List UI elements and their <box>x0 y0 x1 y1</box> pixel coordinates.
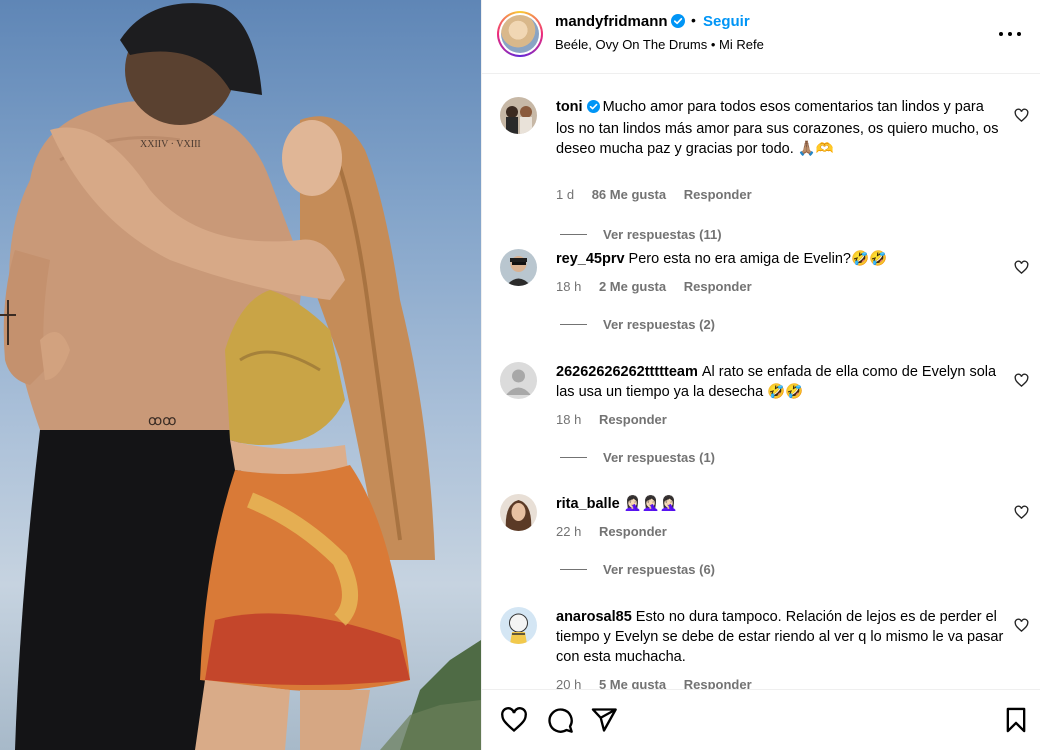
view-replies-button[interactable]: Ver respuestas (2) <box>560 317 715 332</box>
view-replies-label: Ver respuestas (2) <box>603 317 716 332</box>
replies-line <box>560 234 587 235</box>
more-options-icon[interactable] <box>999 24 1023 44</box>
audio-artist: Beéle, Ovy On The Drums <box>555 37 708 52</box>
bookmark-icon[interactable] <box>1002 706 1030 734</box>
comment-heart-icon[interactable] <box>1014 108 1029 123</box>
comment-meta: 22 h Responder <box>556 524 681 539</box>
comment-meta: 20 h 5 Me gusta Responder <box>556 677 766 689</box>
separator-dot: • <box>691 12 696 28</box>
comment-username[interactable]: toni <box>556 99 583 115</box>
comment-text-block: rita_balle 🤦🏻‍♀️🤦🏻‍♀️🤦🏻‍♀️ <box>556 494 1006 514</box>
comment-time[interactable]: 22 h <box>556 524 581 539</box>
audio-link[interactable]: Beéle, Ovy On The Drums • Mi Refe <box>555 37 764 52</box>
comment-likes[interactable]: 86 Me gusta <box>592 187 666 202</box>
replies-line <box>560 569 587 570</box>
comment-username[interactable]: anarosal85 <box>556 609 632 625</box>
comment-meta: 18 h 2 Me gusta Responder <box>556 279 766 294</box>
author-avatar-image <box>501 15 539 53</box>
view-replies-button[interactable]: Ver respuestas (6) <box>560 562 715 577</box>
comment-icon[interactable] <box>546 706 574 734</box>
comment-text-block: rey_45prv Pero esta no era amiga de Eveli… <box>556 249 1006 269</box>
post-image-illustration: XXIIV · VXIII ꝏꝏ <box>0 3 481 750</box>
comment-text: 🤦🏻‍♀️🤦🏻‍♀️🤦🏻‍♀️ <box>623 496 678 512</box>
comment-meta: 1 d 86 Me gusta Responder <box>556 187 766 202</box>
view-replies-button[interactable]: Ver respuestas (1) <box>560 450 715 465</box>
view-replies-button[interactable]: Ver respuestas (11) <box>560 227 722 242</box>
reply-button[interactable]: Responder <box>599 412 667 427</box>
reply-button[interactable]: Responder <box>599 524 667 539</box>
author-username[interactable]: mandyfridmann <box>555 13 668 30</box>
commenter-avatar[interactable] <box>500 97 537 134</box>
comment-heart-icon[interactable] <box>1014 505 1029 520</box>
view-replies-label: Ver respuestas (6) <box>603 562 716 577</box>
comment-heart-icon[interactable] <box>1014 618 1029 633</box>
commenter-avatar[interactable] <box>500 494 537 531</box>
comment-heart-icon[interactable] <box>1014 373 1029 388</box>
comment-list[interactable]: toni Mucho amor para todos esos comentari… <box>482 75 1040 689</box>
comment-text-block: anarosal85 Esto no dura tampoco. Relación… <box>556 607 1006 667</box>
verified-icon <box>586 99 600 119</box>
author-avatar[interactable] <box>497 11 543 57</box>
audio-track: Mi Refe <box>719 37 764 52</box>
replies-line <box>560 457 587 458</box>
comment-time[interactable]: 18 h <box>556 412 581 427</box>
follow-button[interactable]: Seguir <box>703 13 750 30</box>
comment-username[interactable]: rita_balle <box>556 496 620 512</box>
commenter-avatar[interactable] <box>500 249 537 286</box>
comment-text: Pero esta no era amiga de Evelin?🤣🤣 <box>628 251 888 267</box>
comment-heart-icon[interactable] <box>1014 260 1029 275</box>
comment-text-block: toni Mucho amor para todos esos comentari… <box>556 97 1006 159</box>
comment-username[interactable]: rey_45prv <box>556 251 625 267</box>
commenter-avatar[interactable] <box>500 607 537 644</box>
comment-time[interactable]: 20 h <box>556 677 581 689</box>
svg-text:XXIIV · VXIII: XXIIV · VXIII <box>140 139 201 150</box>
comment-likes[interactable]: 2 Me gusta <box>599 279 666 294</box>
comment-text: Mucho amor para todos esos comentarios t… <box>556 99 999 157</box>
comment-time[interactable]: 1 d <box>556 187 574 202</box>
svg-text:ꝏꝏ: ꝏꝏ <box>148 414 177 429</box>
comment-username[interactable]: 26262626262ttttteam <box>556 364 698 380</box>
view-replies-label: Ver respuestas (11) <box>603 227 722 242</box>
replies-line <box>560 324 587 325</box>
post-image: XXIIV · VXIII ꝏꝏ <box>0 0 481 750</box>
reply-button[interactable]: Responder <box>684 279 752 294</box>
comment-text-block: 26262626262ttttteam Al rato se enfada de … <box>556 362 1006 402</box>
comment-likes[interactable]: 5 Me gusta <box>599 677 666 689</box>
commenter-avatar[interactable] <box>500 362 537 399</box>
reply-button[interactable]: Responder <box>684 677 752 689</box>
post-side-panel: mandyfridmann • Seguir Beéle, Ovy On The… <box>481 0 1040 750</box>
comment-meta: 18 h Responder <box>556 412 681 427</box>
heart-icon[interactable] <box>500 706 528 734</box>
audio-separator: • <box>710 37 720 52</box>
post-action-bar <box>482 689 1040 750</box>
verified-icon <box>671 14 685 33</box>
view-replies-label: Ver respuestas (1) <box>603 450 716 465</box>
comment-time[interactable]: 18 h <box>556 279 581 294</box>
post-header: mandyfridmann • Seguir Beéle, Ovy On The… <box>482 0 1040 74</box>
send-icon[interactable] <box>590 706 618 734</box>
reply-button[interactable]: Responder <box>684 187 752 202</box>
